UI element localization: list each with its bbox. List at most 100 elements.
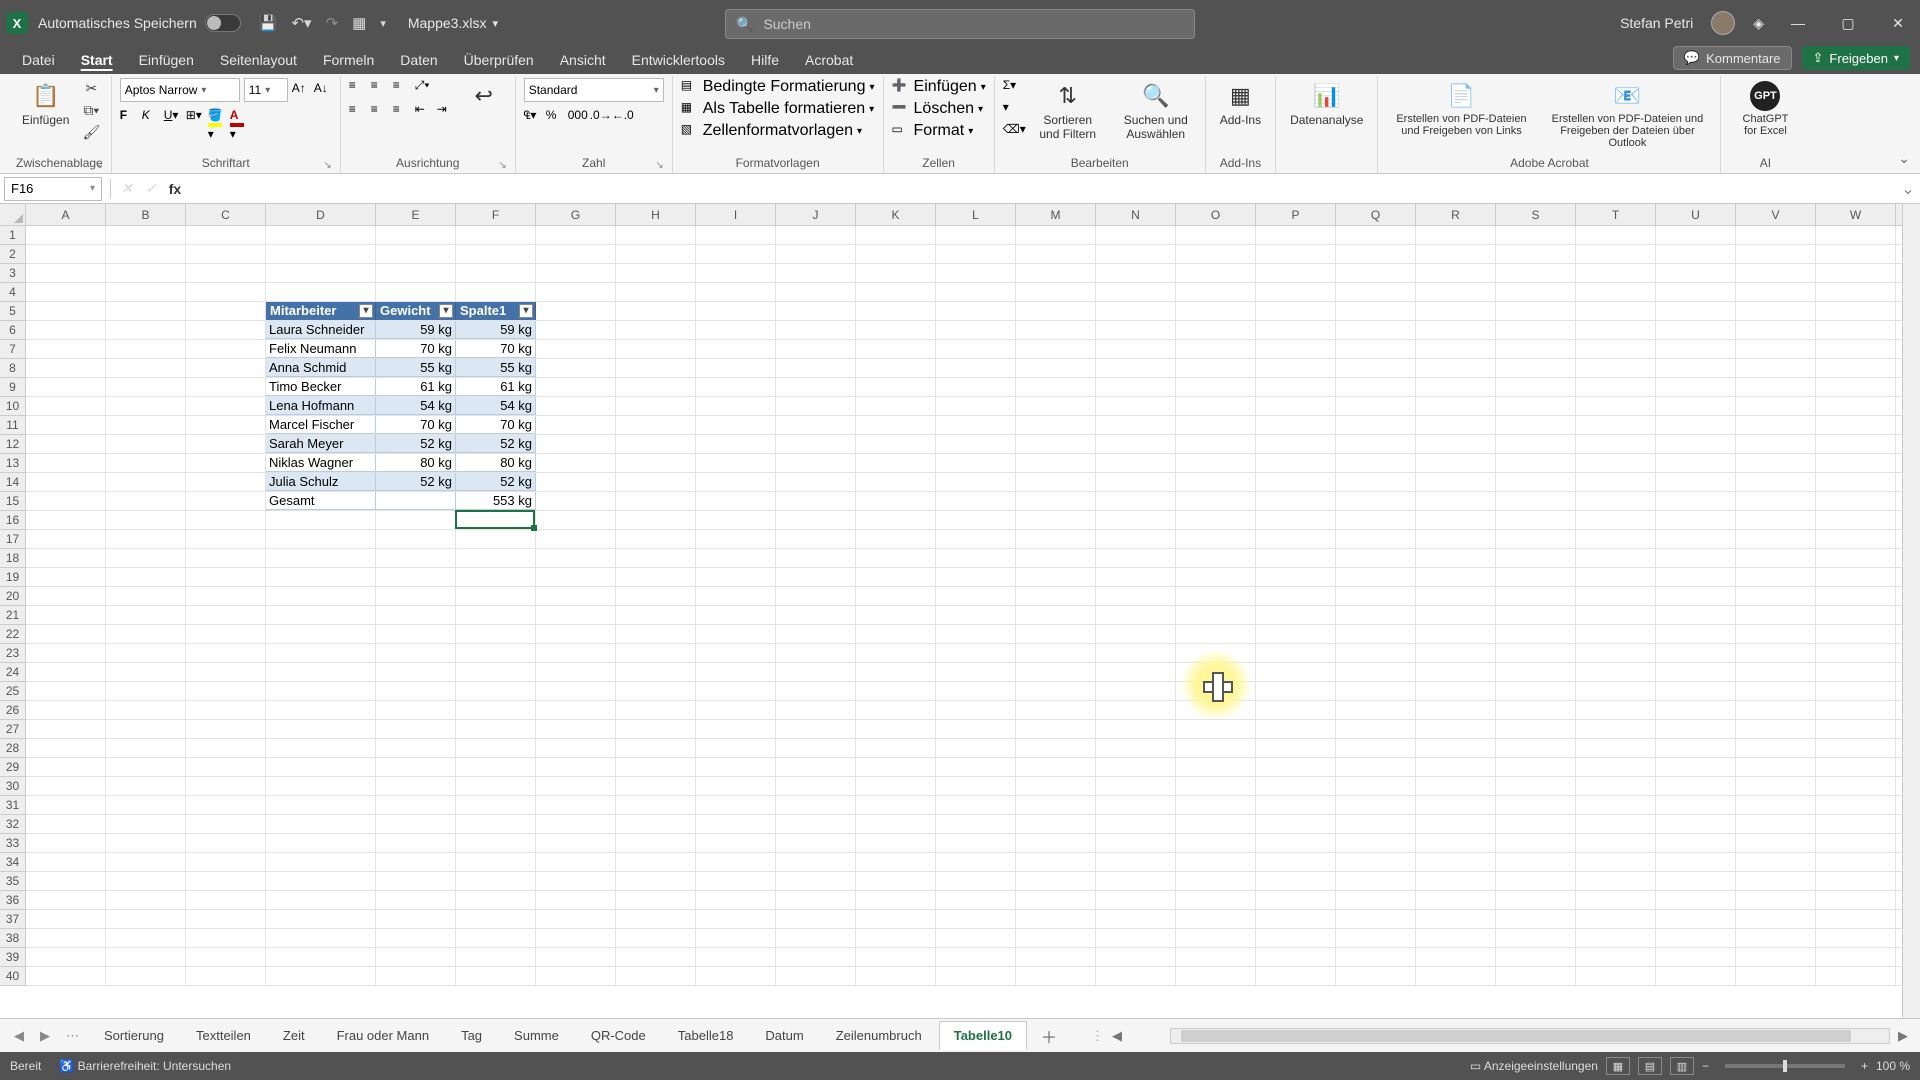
cell-M33[interactable] [1016, 834, 1096, 852]
cell-D39[interactable] [266, 948, 376, 966]
cell-V22[interactable] [1736, 625, 1816, 643]
cell-O3[interactable] [1176, 264, 1256, 282]
cell-N33[interactable] [1096, 834, 1176, 852]
cell-Q16[interactable] [1336, 511, 1416, 529]
sheet-tab-frau oder mann[interactable]: Frau oder Mann [322, 1021, 445, 1050]
cell-P14[interactable] [1256, 473, 1336, 491]
cell-A27[interactable] [26, 720, 106, 738]
cell-N6[interactable] [1096, 321, 1176, 339]
cell-K13[interactable] [856, 454, 936, 472]
cell-G37[interactable] [536, 910, 616, 928]
cut-icon[interactable]: ✂ [81, 78, 101, 98]
cell-N18[interactable] [1096, 549, 1176, 567]
cell-P22[interactable] [1256, 625, 1336, 643]
cell-V30[interactable] [1736, 777, 1816, 795]
column-header-D[interactable]: D [266, 204, 376, 225]
cell-E23[interactable] [376, 644, 456, 662]
select-all-corner[interactable] [0, 204, 26, 226]
cell-M25[interactable] [1016, 682, 1096, 700]
cell-P24[interactable] [1256, 663, 1336, 681]
cell-E2[interactable] [376, 245, 456, 263]
cell-I2[interactable] [696, 245, 776, 263]
cell-B31[interactable] [106, 796, 186, 814]
cell-V38[interactable] [1736, 929, 1816, 947]
cell-H14[interactable] [616, 473, 696, 491]
cell-B6[interactable] [106, 321, 186, 339]
cell-L9[interactable] [936, 378, 1016, 396]
cell-H30[interactable] [616, 777, 696, 795]
cell-U18[interactable] [1656, 549, 1736, 567]
cell-K2[interactable] [856, 245, 936, 263]
row-header-16[interactable]: 16 [0, 511, 25, 530]
cell-N10[interactable] [1096, 397, 1176, 415]
cell-E22[interactable] [376, 625, 456, 643]
cell-D10[interactable]: Lena Hofmann [266, 397, 376, 415]
cell-V7[interactable] [1736, 340, 1816, 358]
cell-A1[interactable] [26, 226, 106, 244]
cell-H12[interactable] [616, 435, 696, 453]
cell-R13[interactable] [1416, 454, 1496, 472]
menu-tab-überprüfen[interactable]: Überprüfen [452, 47, 546, 74]
cell-K12[interactable] [856, 435, 936, 453]
cell-B10[interactable] [106, 397, 186, 415]
cell-B19[interactable] [106, 568, 186, 586]
cell-F18[interactable] [456, 549, 536, 567]
cell-D35[interactable] [266, 872, 376, 890]
cell-Q32[interactable] [1336, 815, 1416, 833]
cell-J9[interactable] [776, 378, 856, 396]
cell-Q2[interactable] [1336, 245, 1416, 263]
cell-S24[interactable] [1496, 663, 1576, 681]
cell-M17[interactable] [1016, 530, 1096, 548]
sheet-tab-tabelle10[interactable]: Tabelle10 [939, 1021, 1027, 1050]
horizontal-scrollbar[interactable] [1170, 1028, 1890, 1044]
formula-input[interactable] [187, 177, 1896, 201]
cell-M10[interactable] [1016, 397, 1096, 415]
cell-E38[interactable] [376, 929, 456, 947]
number-format-combo[interactable]: Standard▾ [524, 78, 664, 102]
cell-W5[interactable] [1816, 302, 1896, 320]
cell-A28[interactable] [26, 739, 106, 757]
cell-Q33[interactable] [1336, 834, 1416, 852]
cell-Q18[interactable] [1336, 549, 1416, 567]
cell-T20[interactable] [1576, 587, 1656, 605]
cell-F10[interactable]: 54 kg [456, 397, 536, 415]
cell-S9[interactable] [1496, 378, 1576, 396]
cell-J37[interactable] [776, 910, 856, 928]
cell-G24[interactable] [536, 663, 616, 681]
cell-G34[interactable] [536, 853, 616, 871]
cell-J6[interactable] [776, 321, 856, 339]
cell-L5[interactable] [936, 302, 1016, 320]
sheet-tab-zeit[interactable]: Zeit [268, 1021, 320, 1050]
cell-I23[interactable] [696, 644, 776, 662]
border-button[interactable]: ⊞▾ [186, 108, 204, 126]
cell-J10[interactable] [776, 397, 856, 415]
cell-P35[interactable] [1256, 872, 1336, 890]
cell-S13[interactable] [1496, 454, 1576, 472]
cell-M14[interactable] [1016, 473, 1096, 491]
cell-F33[interactable] [456, 834, 536, 852]
cell-M9[interactable] [1016, 378, 1096, 396]
cell-I6[interactable] [696, 321, 776, 339]
cell-E8[interactable]: 55 kg [376, 359, 456, 377]
cell-V10[interactable] [1736, 397, 1816, 415]
cell-E13[interactable]: 80 kg [376, 454, 456, 472]
cell-Q17[interactable] [1336, 530, 1416, 548]
cell-M12[interactable] [1016, 435, 1096, 453]
row-header-36[interactable]: 36 [0, 891, 25, 910]
cell-D21[interactable] [266, 606, 376, 624]
cell-U6[interactable] [1656, 321, 1736, 339]
cell-J1[interactable] [776, 226, 856, 244]
column-header-C[interactable]: C [186, 204, 266, 225]
cell-T19[interactable] [1576, 568, 1656, 586]
cell-S12[interactable] [1496, 435, 1576, 453]
cell-P16[interactable] [1256, 511, 1336, 529]
cell-U8[interactable] [1656, 359, 1736, 377]
cell-V2[interactable] [1736, 245, 1816, 263]
underline-button[interactable]: U▾ [164, 108, 182, 126]
cell-E27[interactable] [376, 720, 456, 738]
cell-I9[interactable] [696, 378, 776, 396]
cell-D16[interactable] [266, 511, 376, 529]
cell-V25[interactable] [1736, 682, 1816, 700]
view-normal-icon[interactable]: ▦ [1606, 1057, 1630, 1075]
cell-G40[interactable] [536, 967, 616, 985]
